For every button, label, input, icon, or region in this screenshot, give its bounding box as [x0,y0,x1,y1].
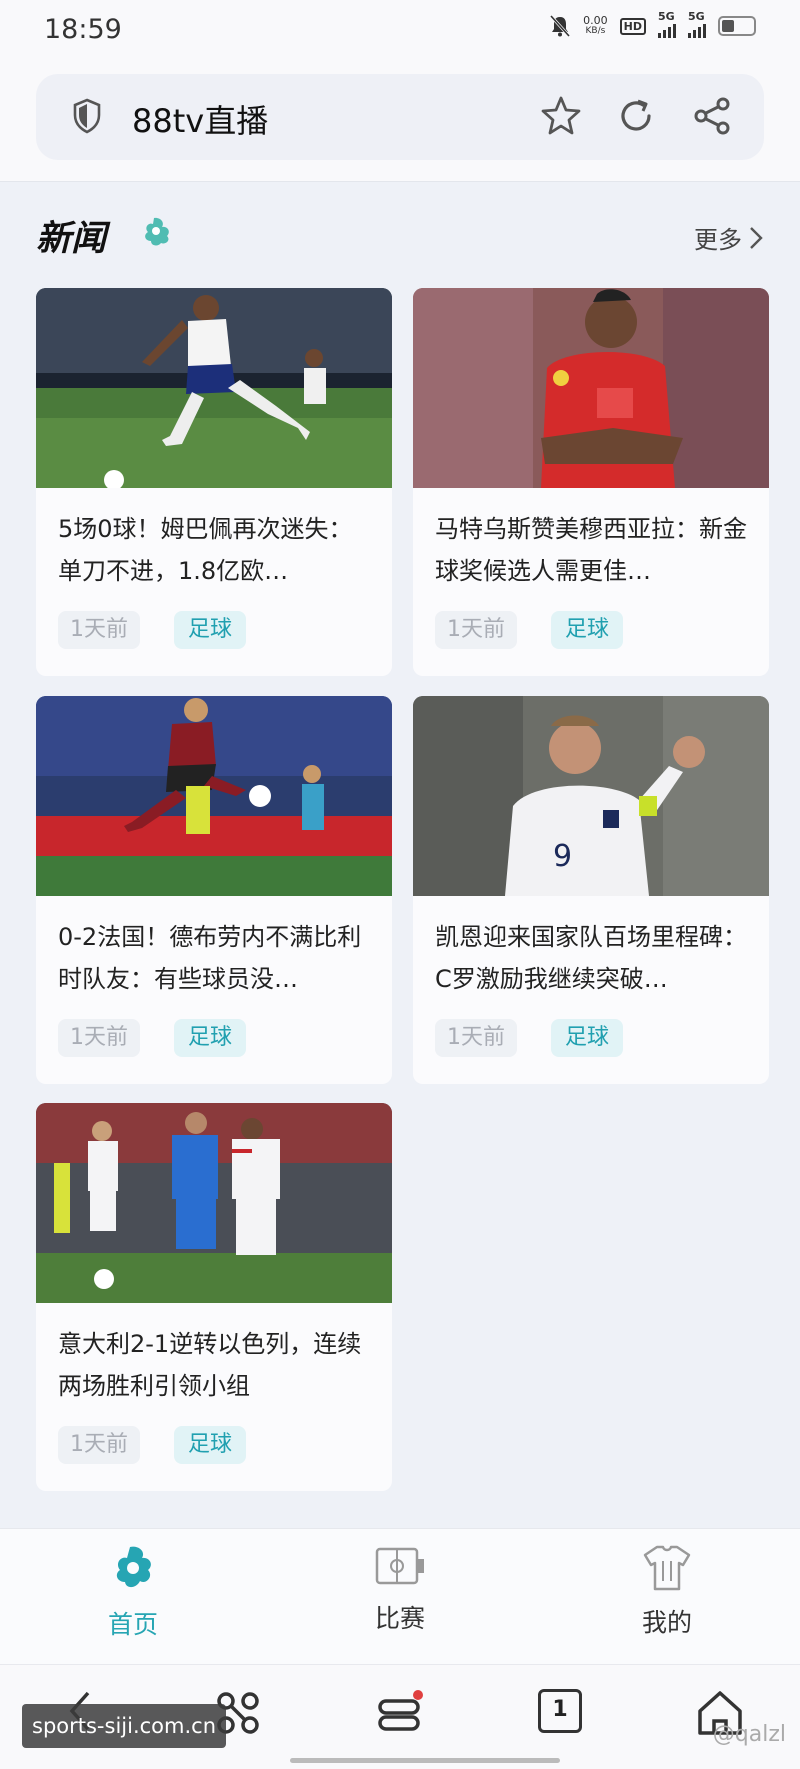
news-card[interactable]: 5场0球！姆巴佩再次迷失：单刀不进，1.8亿欧… 1天前 足球 [36,288,392,676]
time-tag: 1天前 [58,1019,140,1057]
watermark: sports-siji.com.cn [22,1704,227,1748]
news-title[interactable]: 马特乌斯赞美穆西亚拉：新金球奖候选人需更佳… [435,508,751,592]
status-icons: 0.00 KB/s HD 5G 5G [549,10,756,38]
share-icon[interactable] [692,96,732,136]
tab-home[interactable]: 首页 [63,1543,203,1653]
net-speed: 0.00 KB/s [583,15,608,37]
category-tag[interactable]: 足球 [551,1019,624,1057]
menu-icon[interactable] [376,1689,424,1737]
category-tag[interactable]: 足球 [174,1019,247,1057]
news-image [413,288,769,488]
news-thumbnail[interactable] [413,288,769,488]
news-image [36,288,392,488]
section-title: 新闻 [36,218,107,259]
star-icon[interactable] [540,94,582,136]
more-link[interactable]: 更多 [694,220,764,255]
net-speed-value: 0.00 [583,14,608,27]
news-card[interactable]: 意大利2-1逆转以色列，连续两场胜利引领小组 1天前 足球 [36,1103,392,1491]
sim1-label: 5G [658,10,675,23]
credit-watermark: @qalzl [712,1722,786,1747]
news-card[interactable]: 9 凯恩迎来国家队百场里程碑：C罗激励我继续突破… 1天前 足球 [413,696,769,1084]
status-bar: 18:59 0.00 KB/s HD 5G 5G [0,0,800,62]
news-image [36,1103,392,1303]
battery-icon [718,16,756,36]
svg-text:9: 9 [553,839,572,874]
jersey-icon[interactable] [641,1543,693,1593]
news-card[interactable]: 0-2法国！德布劳内不满比利时队友：有些球员没… 1天前 足球 [36,696,392,1084]
time-tag: 1天前 [435,611,517,649]
chevron-right-icon[interactable] [748,225,764,251]
news-title[interactable]: 意大利2-1逆转以色列，连续两场胜利引领小组 [58,1323,374,1407]
news-title[interactable]: 5场0球！姆巴佩再次迷失：单刀不进，1.8亿欧… [58,508,374,592]
tab-match[interactable]: 比赛 [330,1543,470,1653]
news-image: 9 [413,696,769,896]
news-section-header: 新闻 更多 [36,210,764,260]
signal-sim1-icon: 5G [658,10,676,38]
more-label[interactable]: 更多 [694,220,742,255]
time-tag: 1天前 [435,1019,517,1057]
time-tag: 1天前 [58,611,140,649]
brand-logo-icon [145,217,169,246]
page-title[interactable]: 88tv直播 [132,96,268,142]
shield-icon[interactable] [72,98,102,134]
home-indicator[interactable] [290,1758,560,1763]
category-tag[interactable]: 足球 [551,611,624,649]
refresh-icon[interactable] [616,96,656,136]
bottom-tab-bar: 首页 比赛 我的 [0,1528,800,1664]
browser-toolbar: 88tv直播 [0,62,800,182]
news-card[interactable]: 马特乌斯赞美穆西亚拉：新金球奖候选人需更佳… 1天前 足球 [413,288,769,676]
tab-match-label[interactable]: 比赛 [330,1599,470,1635]
news-thumbnail[interactable] [36,288,392,488]
mute-bell-icon [550,14,571,38]
category-tag[interactable]: 足球 [174,611,247,649]
time-tag: 1天前 [58,1426,140,1464]
news-image [36,696,392,896]
news-thumbnail[interactable] [36,696,392,896]
signal-sim2-icon: 5G [688,10,706,38]
tab-home-label[interactable]: 首页 [63,1605,203,1641]
news-title[interactable]: 凯恩迎来国家队百场里程碑：C罗激励我继续突破… [435,916,751,1000]
news-thumbnail[interactable] [36,1103,392,1303]
home-logo-icon[interactable] [110,1543,156,1595]
tab-mine[interactable]: 我的 [597,1543,737,1653]
news-thumbnail[interactable]: 9 [413,696,769,896]
sim2-label: 5G [688,10,705,23]
tab-mine-label[interactable]: 我的 [597,1603,737,1639]
address-bar[interactable]: 88tv直播 [36,74,764,160]
category-tag[interactable]: 足球 [174,1426,247,1464]
status-time: 18:59 [44,14,122,45]
tabs-button[interactable]: 1 [538,1689,582,1733]
news-title[interactable]: 0-2法国！德布劳内不满比利时队友：有些球员没… [58,916,374,1000]
hd-badge: HD [619,17,646,35]
net-speed-unit: KB/s [585,26,606,36]
field-icon[interactable] [374,1543,426,1589]
tabs-count[interactable]: 1 [552,1697,567,1722]
